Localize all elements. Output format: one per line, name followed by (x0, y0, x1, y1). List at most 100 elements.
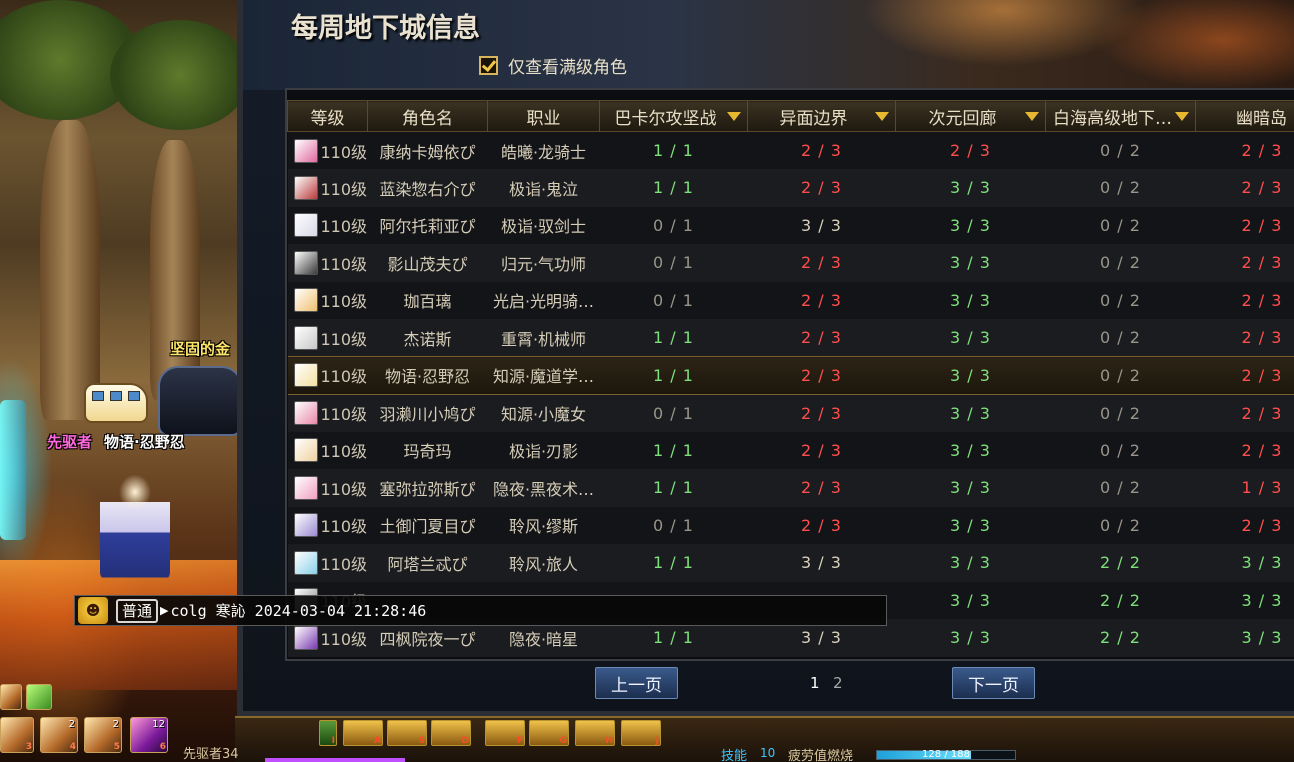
smile-icon[interactable]: ☻ (78, 597, 108, 624)
cell-level: 110级 (287, 506, 368, 544)
cell-ciyuan-progress: 3 / 3 (895, 169, 1046, 207)
cell-level: 110级 (287, 469, 368, 507)
skill-slot-j[interactable]: J (621, 720, 661, 746)
col-youan[interactable]: 幽暗岛 (1195, 100, 1294, 132)
table-row[interactable]: 110级 塞弥拉弥斯ぴ 隐夜·黑夜术… 1 / 12 / 33 / 30 / 21 /… (287, 469, 1294, 507)
cell-yimian-progress: 2 / 3 (747, 244, 896, 282)
cell-job: 归元·气功师 (487, 244, 600, 282)
cell-baihai-progress: 0 / 2 (1045, 506, 1196, 544)
cell-bakal-progress: 0 / 1 (599, 244, 748, 282)
col-baihai[interactable]: 白海高级地下… (1045, 100, 1196, 132)
level-text: 110级 (320, 367, 368, 387)
table-row[interactable]: 110级 阿塔兰忒ぴ 聆风·旅人 1 / 13 / 33 / 32 / 23 / 3 (287, 544, 1294, 582)
dropdown-arrow-icon[interactable] (727, 112, 741, 121)
filter-label: 仅查看满级角色 (508, 58, 627, 78)
table-row[interactable]: 110级 土御门夏目ぴ 聆风·缪斯 0 / 12 / 33 / 30 / 22 / 3 (287, 506, 1294, 544)
skill-slot-d[interactable]: D (431, 720, 471, 746)
cell-level: 110级 (287, 356, 368, 395)
table-row[interactable]: 110级 康纳卡姆依ぴ 皓曦·龙骑士 1 / 12 / 32 / 30 / 22 / … (287, 131, 1294, 169)
skill-slot-s[interactable]: S (387, 720, 427, 746)
cell-ciyuan-progress: 3 / 3 (895, 469, 1046, 507)
cell-yimian-progress: 2 / 3 (747, 356, 896, 395)
skill-slot-i[interactable]: I (319, 720, 337, 746)
cell-baihai-progress: 2 / 2 (1045, 544, 1196, 582)
character-portrait-icon (293, 401, 318, 425)
quick-slot-5[interactable]: 25 (84, 717, 122, 753)
panel-title: 每周地下城信息 (291, 13, 480, 44)
cell-yimian-progress: 2 / 3 (747, 131, 896, 169)
skill-label[interactable]: 技能 (721, 745, 747, 762)
quick-slot-4[interactable]: 24 (40, 717, 78, 753)
skill-points: 10 (760, 746, 776, 760)
cell-job: 聆风·缪斯 (487, 506, 600, 544)
cell-yimian-progress: 2 / 3 (747, 319, 896, 357)
cell-job: 知源·魔道学… (487, 356, 600, 395)
level-text: 110级 (320, 292, 368, 312)
table-row[interactable]: 110级 珈百璃 光启·光明骑… 0 / 12 / 33 / 30 / 22 / 3 (287, 281, 1294, 319)
cell-character-name: 珈百璃 (367, 281, 488, 319)
cell-level: 110级 (287, 431, 368, 469)
experience-bar (265, 758, 405, 762)
col-ciyuan[interactable]: 次元回廊 (895, 100, 1046, 132)
vehicle-npc[interactable] (84, 383, 148, 423)
table-row[interactable]: 110级 玛奇玛 极诣·刃影 1 / 12 / 33 / 30 / 22 / 3 (287, 431, 1294, 469)
level-text: 110级 (320, 629, 368, 649)
table-row[interactable]: 110级 影山茂夫ぴ 归元·气功师 0 / 12 / 33 / 30 / 22 / 3 (287, 244, 1294, 282)
cell-ciyuan-progress: 3 / 3 (895, 206, 1046, 244)
checkbox-icon[interactable] (479, 56, 498, 75)
character-portrait-icon (293, 363, 318, 388)
chat-channel[interactable]: 普通 (116, 598, 159, 623)
dropdown-arrow-icon[interactable] (1025, 112, 1039, 121)
cell-baihai-progress: 2 / 2 (1045, 619, 1196, 657)
cell-character-name: 土御门夏目ぴ (367, 506, 488, 544)
cell-bakal-progress: 0 / 1 (599, 394, 748, 432)
player-character[interactable] (100, 462, 170, 582)
table-row[interactable]: 110级 羽濑川小鸠ぴ 知源·小魔女 0 / 12 / 33 / 30 / 22 / … (287, 394, 1294, 432)
table-row[interactable]: 110级 杰诺斯 重霄·机械师 1 / 12 / 33 / 30 / 22 / 3 (287, 319, 1294, 357)
cell-job: 隐夜·黑夜术… (487, 469, 600, 507)
character-portrait-icon (293, 550, 318, 575)
character-portrait-icon (293, 325, 318, 350)
buff-slot[interactable] (0, 684, 22, 710)
table-row[interactable]: 110级 蓝染惣右介ぴ 极诣·鬼泣 1 / 12 / 33 / 30 / 22 / 3 (287, 169, 1294, 207)
cell-youan-progress: 2 / 3 (1195, 506, 1294, 544)
cell-bakal-progress: 1 / 1 (599, 356, 748, 395)
skill-slot-f[interactable]: F (485, 720, 525, 746)
cell-youan-progress: 2 / 3 (1195, 394, 1294, 432)
quick-slot-3[interactable]: 3 (0, 717, 34, 753)
level-text: 110级 (320, 517, 368, 537)
dropdown-arrow-icon[interactable] (1175, 112, 1189, 121)
col-job[interactable]: 职业 (487, 100, 600, 132)
cell-level: 110级 (287, 394, 368, 432)
tree-trunk (40, 120, 100, 420)
cell-ciyuan-progress: 3 / 3 (895, 281, 1046, 319)
cell-character-name: 阿塔兰忒ぴ (367, 544, 488, 582)
table-row[interactable]: 110级 物语·忍野忍 知源·魔道学… 1 / 12 / 33 / 30 / 22 /… (287, 356, 1294, 395)
skill-slot-h[interactable]: H (575, 720, 615, 746)
cell-level: 110级 (287, 206, 368, 244)
cell-baihai-progress: 2 / 2 (1045, 581, 1196, 619)
cell-youan-progress: 1 / 3 (1195, 469, 1294, 507)
quick-slot-6[interactable]: 12 6 (130, 717, 168, 753)
col-bakal[interactable]: 巴卡尔攻坚战 (599, 100, 748, 132)
cell-youan-progress: 3 / 3 (1195, 581, 1294, 619)
skill-slot-a[interactable]: A (343, 720, 383, 746)
col-level[interactable]: 等级 (287, 100, 368, 132)
game-world (0, 0, 250, 762)
cell-bakal-progress: 1 / 1 (599, 319, 748, 357)
col-yimian[interactable]: 异面边界 (747, 100, 896, 132)
character-portrait-icon (293, 288, 318, 313)
cell-baihai-progress: 0 / 2 (1045, 319, 1196, 357)
cell-bakal-progress: 0 / 1 (599, 506, 748, 544)
cell-baihai-progress: 0 / 2 (1045, 431, 1196, 469)
chevron-right-icon: ▶ (160, 604, 169, 617)
max-level-filter[interactable]: 仅查看满级角色 (479, 53, 627, 78)
cell-character-name: 杰诺斯 (367, 319, 488, 357)
table-row[interactable]: 110级 阿尔托莉亚ぴ 极诣·驭剑士 0 / 13 / 33 / 30 / 22 / … (287, 206, 1294, 244)
player-level-label: 先驱者34 (183, 747, 239, 762)
col-name[interactable]: 角色名 (367, 100, 488, 132)
level-text: 110级 (320, 179, 368, 199)
buff-slot[interactable] (26, 684, 52, 710)
skill-slot-g[interactable]: G (529, 720, 569, 746)
dropdown-arrow-icon[interactable] (875, 112, 889, 121)
